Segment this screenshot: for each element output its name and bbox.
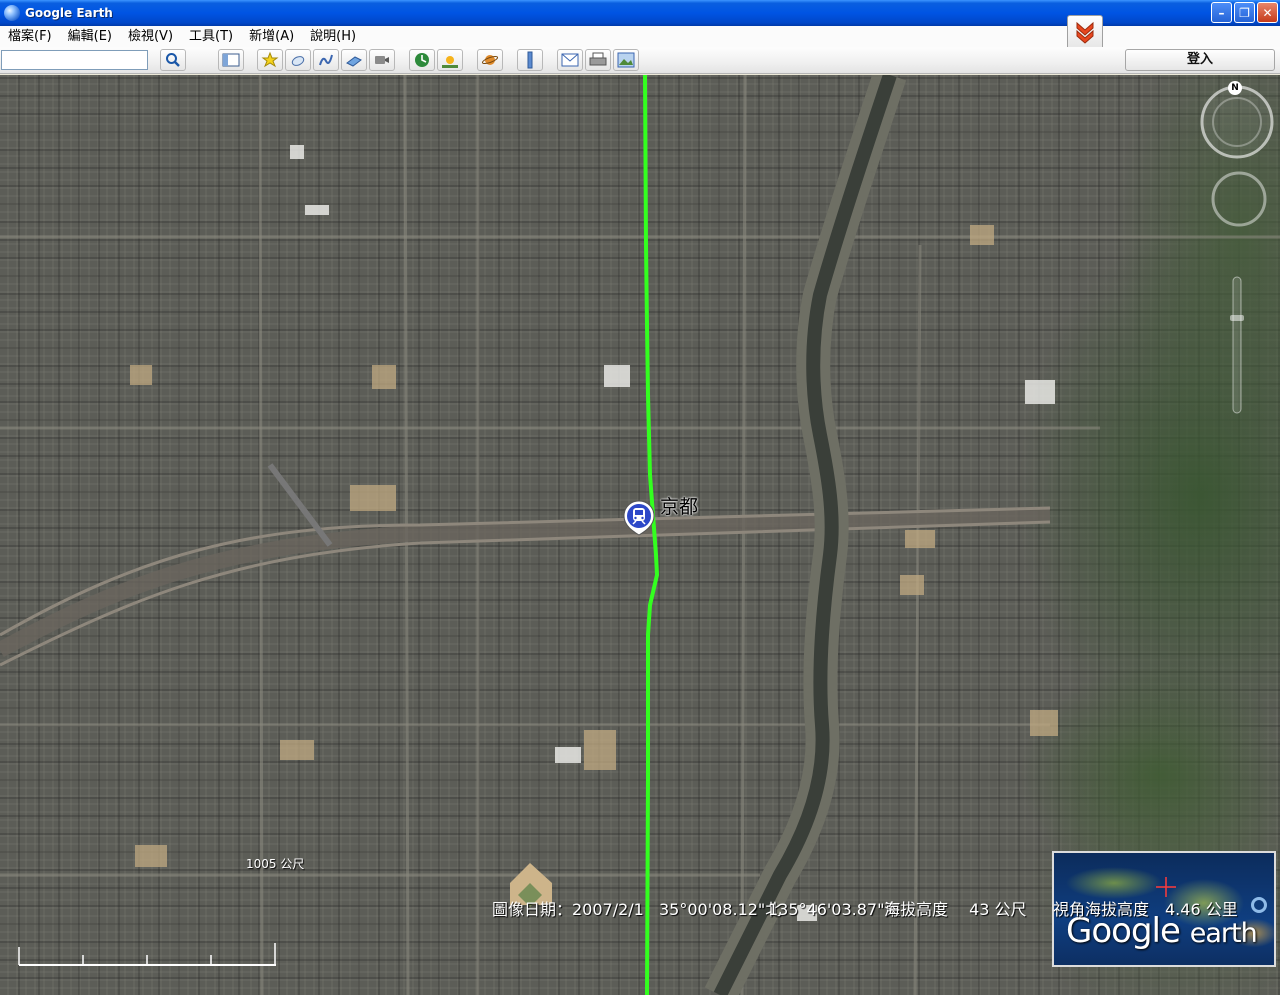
imagery-date: 圖像日期：2007/2/1 xyxy=(492,900,644,919)
save-image-icon xyxy=(617,52,635,68)
double-chevron-down-icon xyxy=(1076,21,1094,44)
sunlight-icon xyxy=(442,56,458,68)
polygon-button[interactable] xyxy=(285,49,311,71)
search-icon xyxy=(166,53,180,67)
path-button[interactable] xyxy=(313,49,339,71)
historical-imagery-button[interactable] xyxy=(409,49,435,71)
email-icon xyxy=(561,53,579,67)
save-image-button[interactable] xyxy=(613,49,639,71)
station-label[interactable]: 京都 xyxy=(660,492,698,519)
record-tour-button[interactable] xyxy=(369,49,395,71)
elevation: 海拔高度 43 公尺 xyxy=(884,900,1027,919)
sunlight-button[interactable] xyxy=(437,49,463,71)
scale-bar xyxy=(18,943,276,966)
window-title: Google Earth xyxy=(25,6,113,20)
image-overlay-icon xyxy=(346,56,362,67)
streaming-indicator-icon xyxy=(1251,897,1267,913)
zoom-slider[interactable] xyxy=(1228,275,1246,415)
email-button[interactable] xyxy=(557,49,583,71)
look-joystick[interactable] xyxy=(1210,170,1268,228)
scale-label: 1005 公尺 xyxy=(246,857,305,871)
sidebar-toggle-button[interactable] xyxy=(1067,15,1103,51)
close-button[interactable]: ✕ xyxy=(1257,2,1278,23)
sidebar-button[interactable] xyxy=(218,49,244,71)
search-input[interactable] xyxy=(1,50,148,70)
path-icon xyxy=(319,54,333,66)
record-tour-icon xyxy=(375,56,389,64)
placemark-button[interactable] xyxy=(257,49,283,71)
logo-earth-text: earth xyxy=(1189,918,1258,949)
sign-in-button[interactable]: 登入 xyxy=(1125,49,1275,71)
planets-button[interactable] xyxy=(477,49,503,71)
image-overlay-button[interactable] xyxy=(341,49,367,71)
menu-help[interactable]: 說明(H) xyxy=(302,26,364,47)
ruler-button[interactable] xyxy=(517,49,543,71)
print-icon xyxy=(589,52,607,66)
window-controls: – ❐ ✕ xyxy=(1211,2,1278,23)
eye-altitude: 視角海拔高度 4.46 公里 xyxy=(1053,900,1238,919)
historical-imagery-icon xyxy=(415,53,429,67)
railway-corridor xyxy=(0,463,1051,667)
menu-file[interactable]: 檔案(F) xyxy=(0,26,60,47)
menu-add[interactable]: 新增(A) xyxy=(241,26,302,47)
train-station-icon[interactable] xyxy=(622,500,656,536)
polygon-icon xyxy=(291,56,305,66)
toolbar: 登入 xyxy=(0,47,1280,74)
map-view[interactable]: 京都 N Google earth xyxy=(0,75,1280,995)
sidebar-icon xyxy=(222,53,240,67)
status-bar: 圖像日期：2007/2/1 35°00'08.12"北 135°46'03.87… xyxy=(0,896,1280,920)
menu-tools[interactable]: 工具(T) xyxy=(181,26,241,47)
search-button[interactable] xyxy=(160,49,186,71)
latitude: 35°00'08.12"北 xyxy=(659,900,782,919)
menu-edit[interactable]: 編輯(E) xyxy=(60,26,120,47)
print-button[interactable] xyxy=(585,49,611,71)
ruler-icon xyxy=(527,51,533,69)
longitude: 135°46'03.87"東 xyxy=(768,900,901,919)
menu-view[interactable]: 檢視(V) xyxy=(120,26,181,47)
north-indicator[interactable]: N xyxy=(1228,81,1242,95)
placemark-icon xyxy=(261,51,279,68)
minimize-button[interactable]: – xyxy=(1211,2,1232,23)
planets-icon xyxy=(481,55,499,65)
google-earth-app-icon xyxy=(4,5,20,21)
restore-button[interactable]: ❐ xyxy=(1234,2,1255,23)
